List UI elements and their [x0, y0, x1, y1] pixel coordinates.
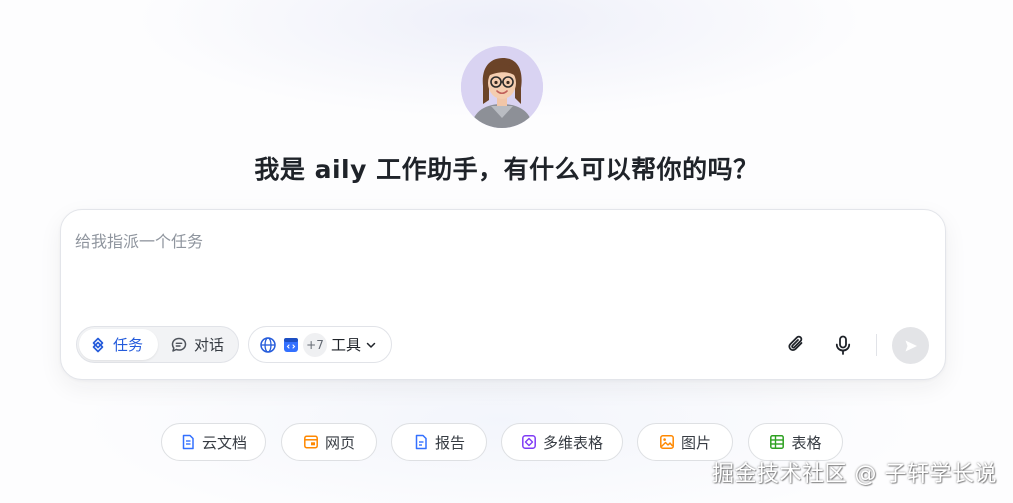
mode-chat-label: 对话	[194, 336, 225, 354]
page-title: 我是 aily 工作助手，有什么可以帮你的吗？	[254, 155, 759, 184]
code-app-icon	[284, 337, 298, 352]
toolbar-divider	[876, 334, 877, 356]
suggestion-label: 网页	[324, 433, 355, 452]
globe-icon	[260, 336, 276, 353]
task-composer: 任务 对话 +7 工具	[60, 209, 946, 380]
paperclip-icon	[788, 335, 803, 352]
chevron-down-icon	[366, 342, 376, 348]
send-button[interactable]	[892, 327, 929, 364]
mode-switch: 任务 对话	[76, 326, 239, 363]
webpage-icon	[304, 435, 318, 449]
suggestion-chip[interactable]: 云文档	[161, 423, 266, 461]
watermark: 掘金技术社区 @ 子轩学长说	[712, 462, 997, 487]
task-icon	[92, 337, 104, 352]
report-icon	[415, 434, 427, 450]
task-input[interactable]	[75, 228, 925, 308]
chat-bubble-icon	[171, 337, 187, 352]
mode-task-button[interactable]: 任务	[79, 329, 158, 360]
suggestion-chip[interactable]: 网页	[281, 423, 377, 461]
mode-task-label: 任务	[113, 336, 144, 354]
suggestion-label: 多维表格	[542, 433, 603, 452]
suggestion-label: 表格	[791, 433, 822, 452]
doc-icon	[182, 434, 194, 450]
suggestion-label: 云文档	[201, 433, 247, 452]
suggestion-chip[interactable]: 报告	[391, 423, 487, 461]
suggestion-label: 图片	[680, 433, 711, 452]
more-tools-count: +7	[303, 332, 327, 357]
assistant-avatar	[461, 46, 543, 128]
microphone-icon	[835, 335, 851, 355]
attach-button[interactable]	[783, 331, 811, 359]
voice-input-button[interactable]	[829, 331, 857, 359]
suggestion-label: 报告	[434, 433, 465, 452]
tools-selector[interactable]: +7 工具	[248, 326, 392, 363]
mode-chat-button[interactable]: 对话	[164, 329, 236, 360]
tools-label: 工具	[331, 336, 362, 354]
send-icon	[905, 340, 917, 351]
sheet-icon	[770, 435, 785, 449]
suggestion-chip[interactable]: 多维表格	[501, 423, 623, 461]
image-icon	[660, 435, 674, 449]
bitable-icon	[522, 435, 536, 449]
